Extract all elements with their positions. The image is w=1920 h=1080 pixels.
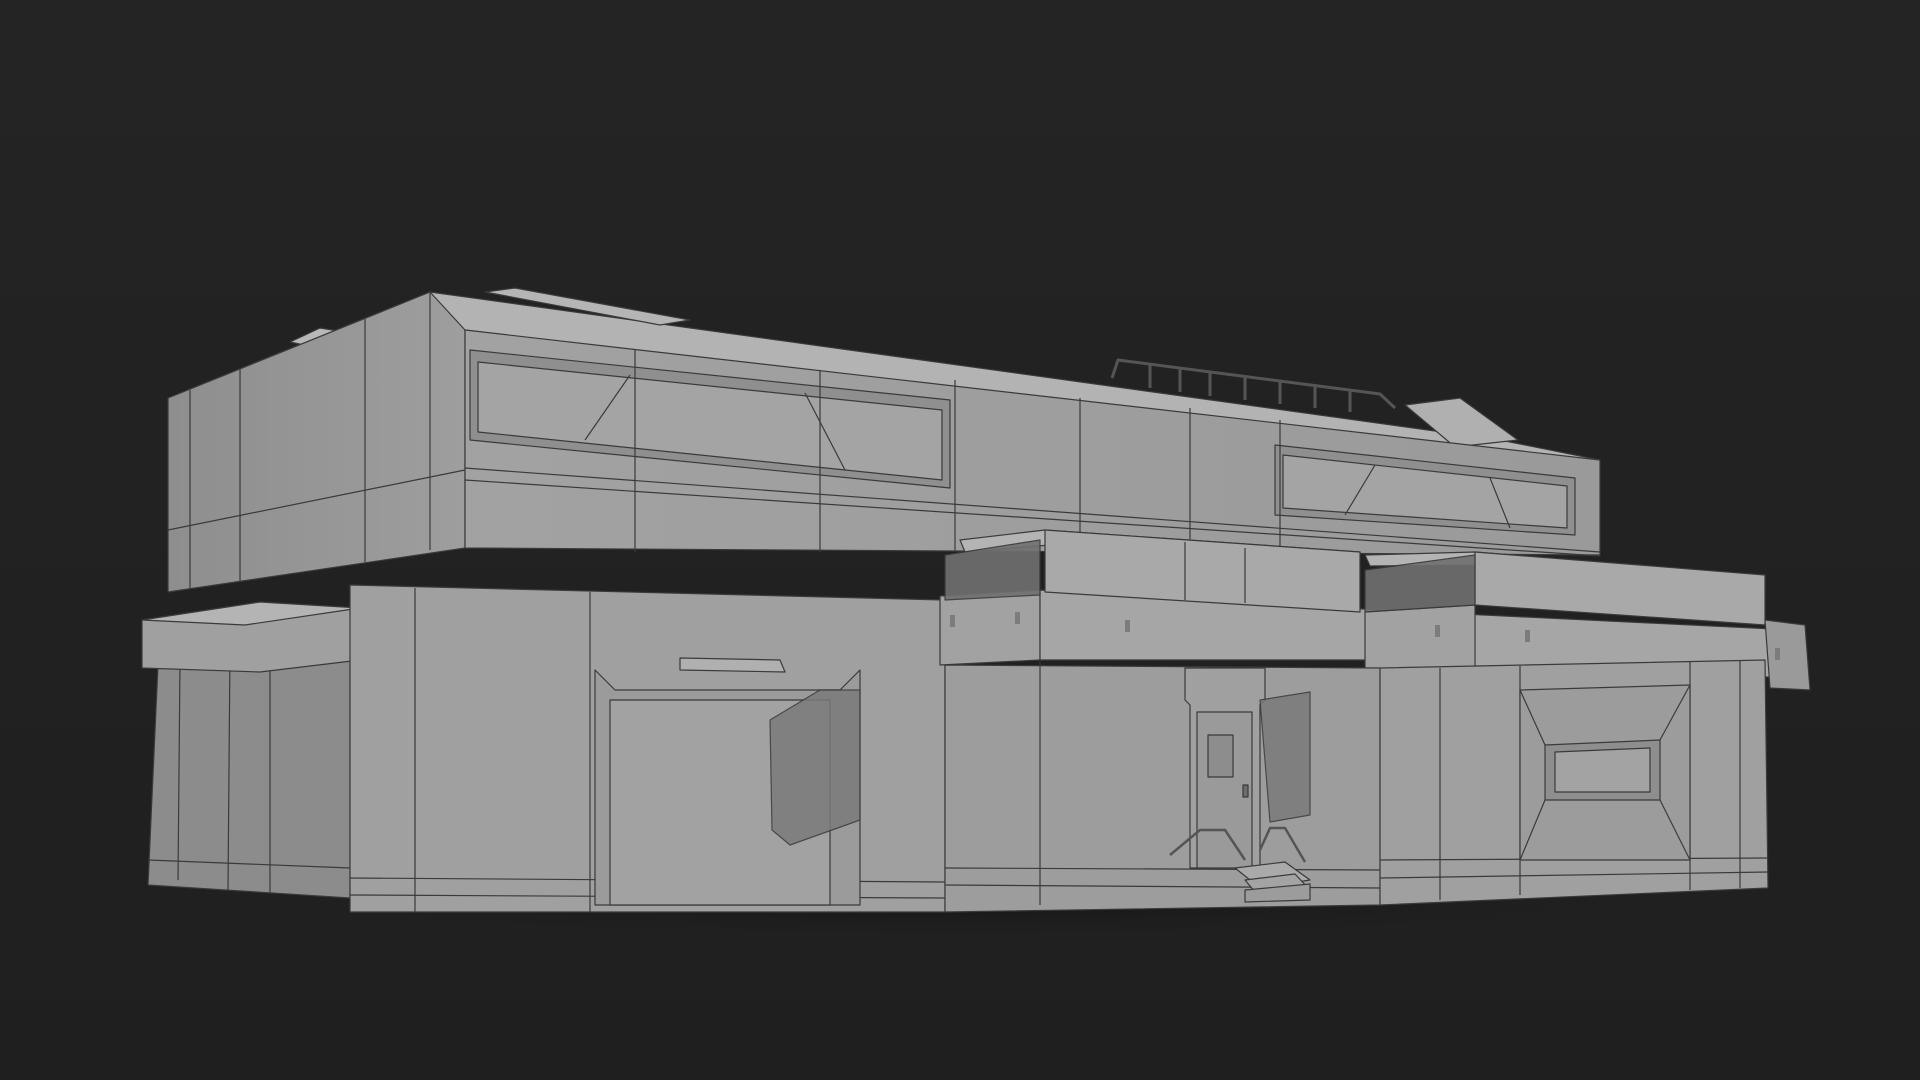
lower-front-center [944,664,1381,913]
vent-plate [679,657,786,673]
cast-shadow-left [769,689,861,846]
door-window [1207,734,1234,778]
render-viewport [0,0,1920,1080]
building-render [0,0,1920,1080]
door-handle [1242,784,1249,798]
canopy-right-front [1364,604,1476,671]
right-end-cap [1764,619,1811,691]
canopy-front [939,589,1041,666]
